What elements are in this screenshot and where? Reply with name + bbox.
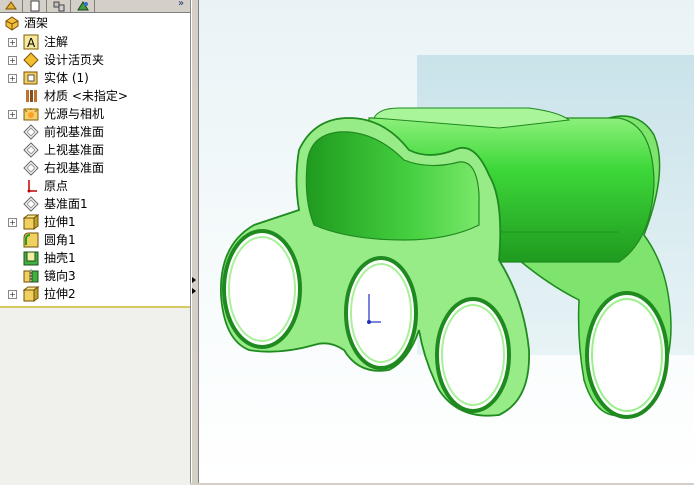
rollback-area <box>0 306 190 485</box>
tree-item-plane1[interactable]: 基准面1 <box>0 195 190 213</box>
back-ring <box>585 291 669 419</box>
tree-item-label: 抽壳1 <box>44 251 76 265</box>
tree-item-label: 实体 (1) <box>44 71 89 85</box>
feature-manager-panel: » 酒架 + A 注解 + 设计活页夹 + 实体 (1) 材质 <未指定> + … <box>0 0 191 485</box>
tree-item-label: 右视基准面 <box>44 161 105 175</box>
feature-tree-icon <box>5 1 17 10</box>
tree-item-front-plane[interactable]: 前视基准面 <box>0 123 190 141</box>
tree-item-label: 基准面1 <box>44 197 88 211</box>
tab-property-manager[interactable] <box>24 0 47 12</box>
panel-splitter[interactable] <box>191 0 199 483</box>
tree-item-top-plane[interactable]: 上视基准面 <box>0 141 190 159</box>
collapse-panel-icon[interactable]: » <box>174 0 188 11</box>
tab-display-manager[interactable] <box>72 0 95 12</box>
lights-camera-icon <box>23 108 39 121</box>
wine-rack-model[interactable] <box>199 0 694 483</box>
tree-item-extrude1[interactable]: + 拉伸1 <box>0 213 190 231</box>
tree-item-label: 镜向3 <box>44 269 76 283</box>
front-ring-middle <box>344 256 418 370</box>
splitter-grip-icon[interactable] <box>192 275 196 297</box>
tree-item-design-binder[interactable]: + 设计活页夹 <box>0 51 190 69</box>
plane-icon <box>23 196 39 212</box>
tree-item-shell1[interactable]: 抽壳1 <box>0 249 190 267</box>
expand-icon[interactable]: + <box>8 290 17 299</box>
material-icon <box>26 90 37 102</box>
expand-icon[interactable]: + <box>8 56 17 65</box>
extrude-icon <box>23 286 39 302</box>
property-icon <box>30 0 40 12</box>
tree-item-material[interactable]: 材质 <未指定> <box>0 87 190 105</box>
tree-item-label: 拉伸2 <box>44 287 76 301</box>
expand-icon[interactable]: + <box>8 218 17 227</box>
tree-item-right-plane[interactable]: 右视基准面 <box>0 159 190 177</box>
tree-item-lights-camera[interactable]: + 光源与相机 <box>0 105 190 123</box>
front-ring-right <box>435 297 511 413</box>
part-icon <box>5 16 19 31</box>
tree-item-label: 前视基准面 <box>44 125 105 139</box>
plane-icon <box>23 160 39 176</box>
extrude-icon <box>23 214 39 230</box>
tree-item-label: 设计活页夹 <box>44 53 105 67</box>
configuration-icon <box>53 1 65 12</box>
tree-item-solid-bodies[interactable]: + 实体 (1) <box>0 69 190 87</box>
tree-root[interactable]: 酒架 <box>0 14 190 32</box>
display-icon <box>77 1 89 11</box>
tree-item-label: 拉伸1 <box>44 215 76 229</box>
expand-icon[interactable]: + <box>8 110 17 119</box>
tree-item-label: 光源与相机 <box>44 107 105 121</box>
plane-icon <box>23 124 39 140</box>
tree-item-extrude2[interactable]: + 拉伸2 <box>0 285 190 303</box>
tree-item-label: 材质 <未指定> <box>44 89 128 103</box>
fillet-icon <box>23 232 39 248</box>
tab-feature-manager[interactable] <box>0 0 23 12</box>
tree-item-label: 圆角1 <box>44 233 76 247</box>
mirror-icon <box>23 269 39 283</box>
tree-item-fillet1[interactable]: 圆角1 <box>0 231 190 249</box>
tree-item-label: 上视基准面 <box>44 143 105 157</box>
plane-icon <box>23 142 39 158</box>
shell-icon <box>23 251 39 266</box>
solid-body-icon <box>23 71 38 85</box>
panel-tabs: » <box>0 0 190 13</box>
svg-text:A: A <box>27 36 36 50</box>
front-ring-left <box>222 229 302 349</box>
tree-root-label: 酒架 <box>24 16 49 30</box>
tree-item-origin[interactable]: 原点 <box>0 177 190 195</box>
design-binder-icon <box>23 52 39 68</box>
graphics-viewport[interactable] <box>199 0 694 483</box>
tree-item-label: 注解 <box>44 35 69 49</box>
tree-item-mirror3[interactable]: 镜向3 <box>0 267 190 285</box>
expand-icon[interactable]: + <box>8 38 17 47</box>
origin-icon <box>27 180 37 193</box>
tree-item-annotations[interactable]: + A 注解 <box>0 33 190 51</box>
tab-configuration-manager[interactable] <box>48 0 71 12</box>
tree-item-label: 原点 <box>44 179 69 193</box>
expand-icon[interactable]: + <box>8 74 17 83</box>
annotation-icon: A <box>23 34 39 50</box>
